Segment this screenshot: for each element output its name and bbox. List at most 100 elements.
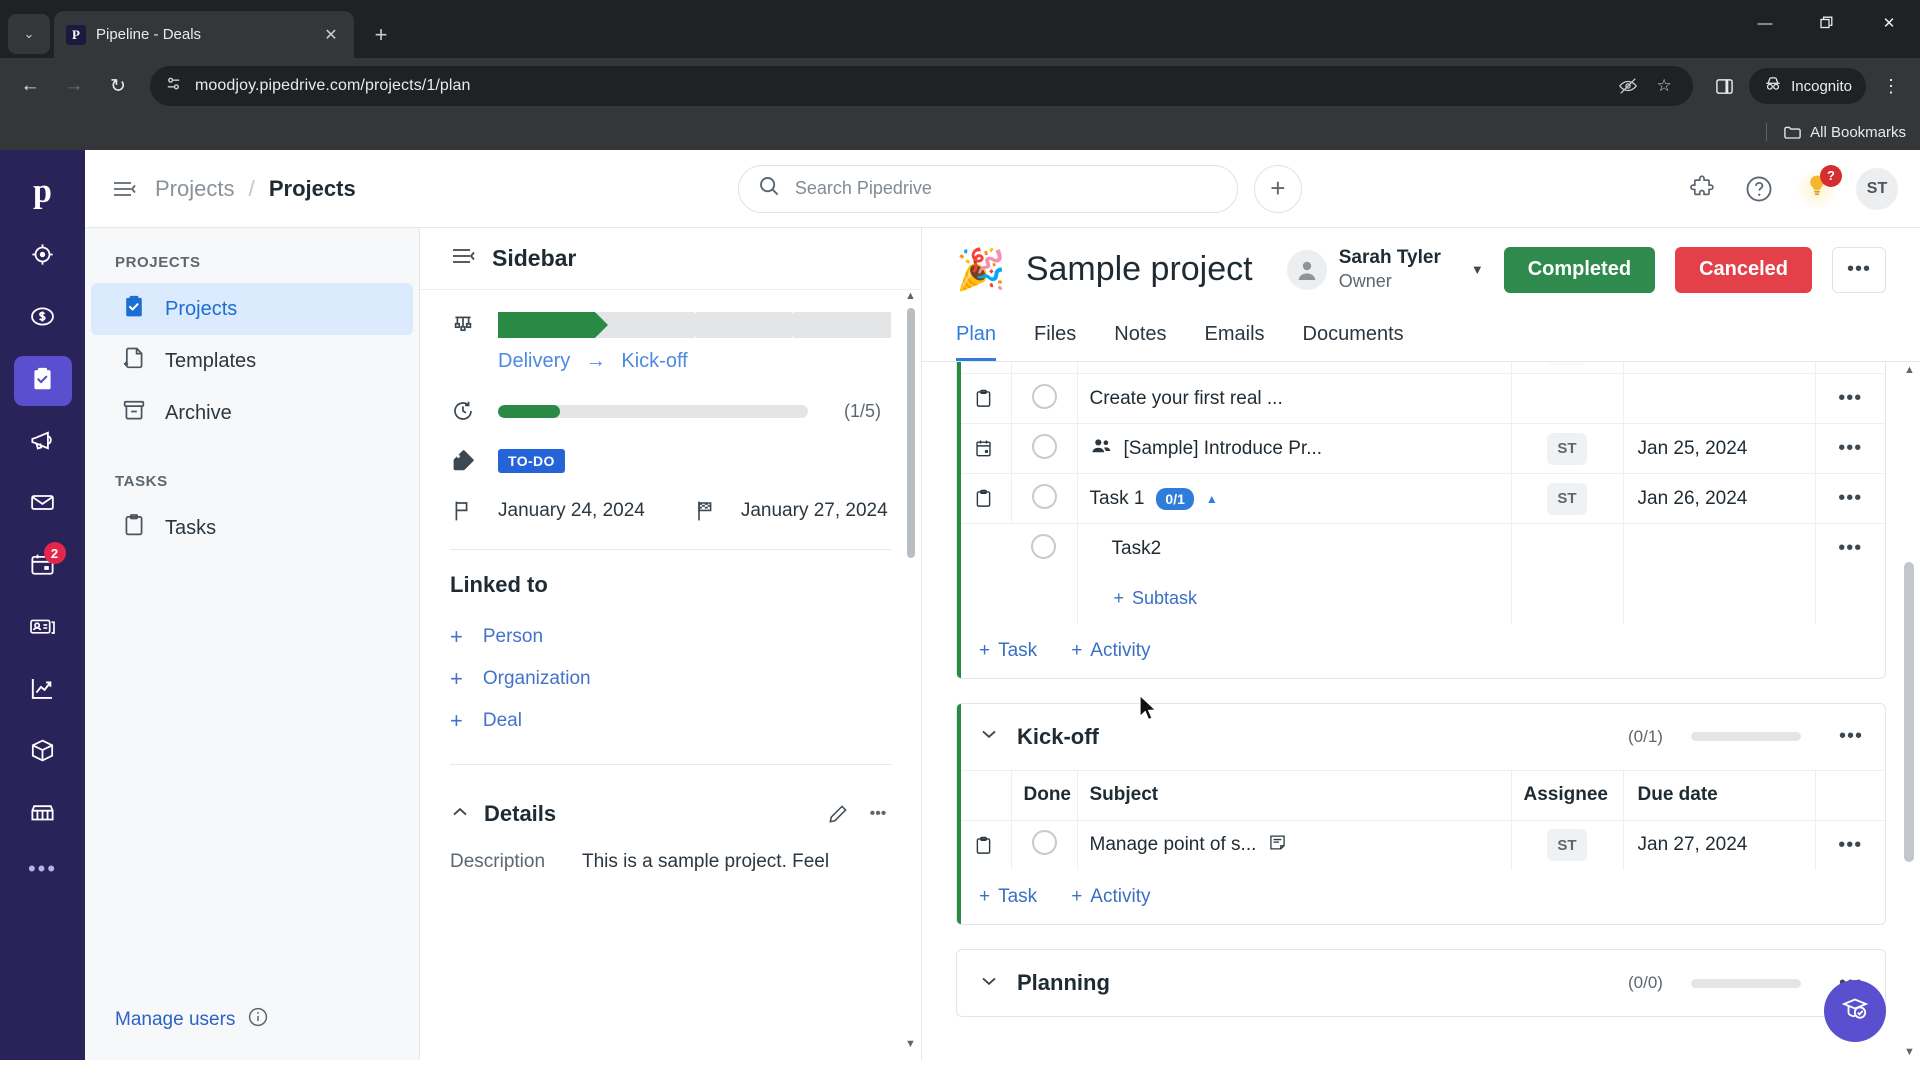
minimize-icon[interactable]: —	[1734, 0, 1796, 46]
due-date[interactable]: Jan 26, 2024	[1638, 488, 1748, 509]
tab-search-button[interactable]: ⌄	[8, 14, 50, 54]
rail-item-marketplace[interactable]	[14, 790, 72, 840]
sidebar-item-archive[interactable]: Archive	[91, 387, 413, 439]
search-input[interactable]	[794, 178, 1219, 199]
collapse-nav-icon[interactable]	[107, 172, 141, 206]
rail-item-products[interactable]	[14, 728, 72, 778]
row-more-icon[interactable]: •••	[1838, 387, 1862, 409]
plan-scrollbar[interactable]: ▲ ▼	[1904, 362, 1915, 1060]
back-icon[interactable]: ←	[10, 66, 50, 106]
details-more-icon[interactable]: •••	[865, 805, 891, 823]
add-activity-link[interactable]: + Activity	[1071, 886, 1150, 908]
row-more-icon[interactable]: •••	[1838, 437, 1862, 459]
canceled-button[interactable]: Canceled	[1675, 246, 1812, 293]
address-bar[interactable]: moodjoy.pipedrive.com/projects/1/plan ☆	[150, 66, 1694, 106]
group-header[interactable]: Kick-off (0/1) •••	[957, 704, 1885, 770]
scroll-down-icon[interactable]: ▼	[905, 1038, 916, 1050]
rail-item-mail[interactable]	[14, 480, 72, 530]
help-icon[interactable]	[1740, 170, 1778, 208]
owner-selector[interactable]: Sarah Tyler Owner ▼	[1286, 246, 1484, 292]
browser-tab[interactable]: P Pipeline - Deals ✕	[54, 11, 354, 58]
info-icon[interactable]	[247, 1006, 269, 1034]
scroll-down-icon[interactable]: ▼	[1904, 1046, 1915, 1058]
collapse-sidebar-icon[interactable]	[450, 243, 476, 274]
sidebar-item-templates[interactable]: Templates	[91, 335, 413, 387]
add-activity-link[interactable]: + Activity	[1071, 640, 1150, 662]
table-row[interactable]: Create your first real ... •••	[957, 373, 1885, 424]
close-icon[interactable]: ✕	[320, 24, 342, 46]
table-row-add-subtask[interactable]: + Subtask	[957, 573, 1885, 624]
label-chip[interactable]: TO-DO	[498, 449, 565, 473]
start-date[interactable]: January 24, 2024	[498, 500, 645, 522]
add-deal-link[interactable]: + Deal	[450, 700, 891, 742]
project-more-button[interactable]: •••	[1832, 246, 1886, 293]
learning-center-button[interactable]	[1824, 980, 1886, 1042]
user-avatar[interactable]: ST	[1856, 167, 1898, 210]
subtask-subject[interactable]: Task2	[1112, 538, 1162, 560]
assignee-chip[interactable]: ST	[1547, 482, 1587, 515]
scroll-up-icon[interactable]: ▲	[905, 290, 916, 302]
page-title[interactable]: Sample project	[1026, 250, 1267, 289]
sidebar-scrollbar[interactable]: ▲ ▼	[905, 290, 916, 1050]
details-header[interactable]: Details •••	[450, 787, 891, 827]
incognito-indicator[interactable]: Incognito	[1749, 68, 1866, 104]
new-tab-button[interactable]: +	[362, 16, 400, 54]
window-close-icon[interactable]: ✕	[1858, 0, 1920, 46]
assignee-chip[interactable]: ST	[1547, 432, 1587, 465]
row-more-icon[interactable]: •••	[1838, 834, 1862, 856]
group-header[interactable]: Planning (0/0) •••	[957, 950, 1885, 1016]
task-subject[interactable]: Task 1	[1090, 488, 1145, 510]
plan-scroll-thumb[interactable]	[1904, 562, 1914, 862]
chevron-toggle-icon[interactable]: ▲	[1206, 492, 1218, 506]
task-subject[interactable]: Create your first real ...	[1090, 388, 1283, 410]
row-more-icon[interactable]: •••	[1838, 487, 1862, 509]
add-task-link[interactable]: + Task	[979, 886, 1037, 908]
chevron-up-icon[interactable]	[450, 802, 470, 827]
forward-icon[interactable]: →	[54, 66, 94, 106]
chevron-down-icon[interactable]: ▼	[1471, 262, 1484, 277]
due-date[interactable]: Jan 25, 2024	[1638, 438, 1748, 459]
completed-button[interactable]: Completed	[1503, 246, 1656, 293]
rail-item-deals[interactable]	[14, 294, 72, 344]
task-subject[interactable]: [Sample] Introduce Pr...	[1124, 438, 1323, 460]
rail-item-leads[interactable]	[14, 232, 72, 282]
add-organization-link[interactable]: + Organization	[450, 658, 891, 700]
task-subject[interactable]: Manage point of s...	[1090, 834, 1257, 856]
done-checkbox[interactable]	[1031, 433, 1057, 459]
done-checkbox[interactable]	[1031, 533, 1057, 559]
table-row[interactable]: [Sample] Introduce Pr... ST Jan 25, 2024…	[957, 423, 1885, 474]
rail-item-contacts[interactable]	[14, 604, 72, 654]
quick-add-button[interactable]: +	[1253, 164, 1302, 213]
apps-puzzle-icon[interactable]	[1684, 170, 1722, 208]
rail-item-campaigns[interactable]	[14, 418, 72, 468]
tab-documents[interactable]: Documents	[1303, 309, 1404, 361]
edit-pencil-icon[interactable]	[825, 803, 851, 825]
stage-to-link[interactable]: Kick-off	[621, 350, 687, 372]
all-bookmarks-button[interactable]: All Bookmarks	[1783, 123, 1906, 142]
sidebar-item-tasks[interactable]: Tasks	[91, 502, 413, 554]
tracking-protection-icon[interactable]	[1613, 71, 1643, 101]
add-subtask-link[interactable]: + Subtask	[1090, 588, 1511, 609]
manage-users-link[interactable]: Manage users	[85, 1006, 419, 1060]
rail-item-projects[interactable]	[13, 356, 72, 406]
rail-more-icon[interactable]: •••	[28, 856, 57, 882]
sidebar-scroll-thumb[interactable]	[907, 308, 915, 558]
chevron-down-icon[interactable]	[979, 724, 1001, 749]
group-more-icon[interactable]: •••	[1839, 725, 1863, 748]
tab-emails[interactable]: Emails	[1205, 309, 1265, 361]
reload-icon[interactable]: ↻	[98, 66, 138, 106]
tab-plan[interactable]: Plan	[956, 309, 997, 361]
assignee-chip[interactable]: ST	[1547, 829, 1587, 862]
stage-from-link[interactable]: Delivery	[498, 350, 570, 372]
sidebar-item-projects[interactable]: Projects	[91, 283, 413, 335]
assignee-chip[interactable]: ST	[1547, 362, 1587, 365]
table-row[interactable]: ✔ Play around...1/2▾ ST Jan 24, 2024	[957, 362, 1885, 374]
done-checkbox[interactable]	[1031, 830, 1057, 856]
chevron-down-icon[interactable]	[979, 971, 1001, 996]
pipedrive-logo-icon[interactable]: p	[17, 166, 69, 218]
add-person-link[interactable]: + Person	[450, 616, 891, 658]
rail-item-insights[interactable]	[14, 666, 72, 716]
tab-files[interactable]: Files	[1034, 309, 1076, 361]
stage-progress-bar[interactable]	[498, 312, 891, 338]
whats-new-button[interactable]: ?	[1796, 164, 1842, 210]
